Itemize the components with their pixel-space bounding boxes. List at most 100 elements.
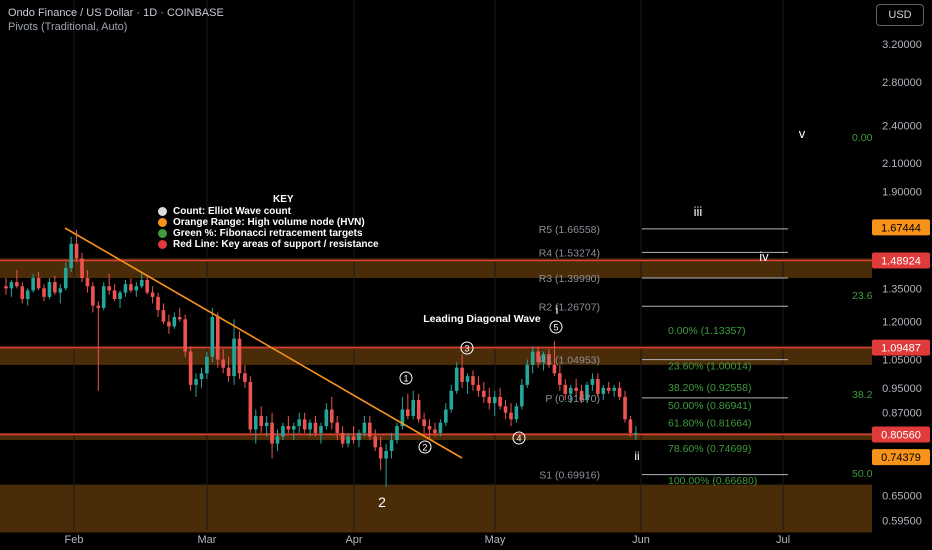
candle-body [373, 436, 378, 448]
price-badge-label: 1.09487 [881, 343, 921, 355]
hvn-zone [0, 484, 872, 533]
price-chart[interactable]: R5 (1.66558) R4 (1.53274) R3 (1.39990) R2 (… [0, 0, 932, 550]
candle-body [596, 379, 600, 394]
candle-body [226, 367, 231, 377]
price-tick: 1.90000 [882, 187, 922, 199]
price-badge-label: 0.74379 [881, 452, 921, 464]
candle-body [362, 422, 367, 433]
price-badge-label: 1.67444 [881, 222, 921, 234]
fib-label-right: 38.2 [852, 389, 873, 401]
candle-body [444, 409, 448, 423]
wave-label-3: 3 [464, 344, 469, 354]
candle-body [264, 422, 269, 427]
candle-body [503, 406, 508, 413]
candle-body [25, 290, 30, 300]
candle-body [574, 387, 578, 391]
candle-body [454, 367, 459, 391]
legend-dot [158, 240, 167, 249]
wave-label-5: 5 [553, 323, 558, 333]
pivot-label: P (0.91670) [545, 393, 600, 405]
candle-body [308, 422, 312, 430]
candle-body [91, 286, 95, 306]
candle-body [346, 436, 350, 444]
candle-body [20, 286, 25, 300]
legend-dot [158, 207, 167, 216]
wave-label-iii: iii [694, 204, 703, 219]
candle-body [482, 390, 486, 397]
candle-body [15, 282, 19, 287]
pivot-label: S1 (0.69916) [539, 470, 600, 482]
candle-body [123, 284, 128, 293]
candle-body [525, 364, 530, 385]
candle-body [286, 426, 291, 430]
candle-body [243, 373, 247, 382]
price-axis: 3.20000 2.80000 2.40000 2.10000 1.90000 1.350… [872, 39, 930, 527]
legend-item: Orange Range: High volume node (HVN) [158, 217, 379, 228]
candle-body [628, 419, 633, 433]
price-tick: 0.87000 [882, 408, 922, 420]
candle-body [509, 412, 513, 420]
price-tick: 1.05000 [882, 354, 922, 366]
candle-body [357, 432, 361, 441]
candle-body [210, 317, 215, 357]
candle-body [590, 379, 595, 385]
legend-item: Red Line: Key areas of support / resista… [158, 239, 379, 250]
candle-body [422, 419, 426, 427]
candle-body [4, 286, 8, 289]
candle-body [205, 356, 209, 374]
pivot-label: R2 (1.26707) [539, 301, 600, 313]
candle-body [248, 381, 253, 430]
candle-body [80, 258, 84, 279]
candle-body [259, 415, 264, 427]
candle-body [139, 280, 144, 287]
legend: KEY Count: Elliot Wave count Orange Rang… [158, 194, 379, 250]
candle-body [520, 384, 524, 407]
candle-body [36, 278, 41, 289]
candle-body [313, 422, 318, 433]
candle-body [199, 373, 204, 380]
price-tick: 0.65000 [882, 490, 922, 502]
candle-body [194, 379, 198, 385]
fib-label: 61.80% (0.81664) [668, 418, 751, 430]
legend-text: Red Line: Key areas of support / resista… [173, 239, 379, 250]
candle-body [281, 426, 285, 437]
candle-body [368, 422, 372, 437]
fib-label: 23.60% (1.00014) [668, 360, 751, 372]
candle-body [112, 290, 117, 300]
candle-body [69, 243, 73, 269]
candle-body [53, 282, 57, 293]
candle-body [156, 296, 160, 311]
fib-label-right: 0.00 [852, 132, 873, 144]
candle-body [558, 373, 562, 385]
candle-body [118, 292, 122, 300]
price-tick: 0.95000 [882, 383, 922, 395]
candle-body [134, 286, 139, 291]
candle-body [340, 432, 345, 444]
price-tick: 1.20000 [882, 317, 922, 329]
candle-body [623, 396, 627, 420]
time-tick: Jul [776, 534, 790, 546]
wave-label-ii: ii [634, 449, 639, 463]
candle-body [145, 280, 149, 293]
candle-body [221, 359, 225, 368]
pivot-label: R1 (1.04953) [539, 355, 600, 367]
candle-body [85, 278, 90, 287]
candle-body [167, 321, 171, 327]
price-tick: 1.35000 [882, 283, 922, 295]
candle-body [101, 286, 106, 308]
candle-body [427, 426, 432, 430]
candle-body [183, 319, 187, 352]
candle-body [351, 436, 356, 441]
candle-body [31, 278, 35, 291]
candle-body [476, 384, 481, 391]
candle-body [172, 317, 177, 327]
currency-button[interactable]: USD [876, 4, 924, 26]
price-badge-label: 1.48924 [881, 256, 921, 268]
hvn-zone [0, 258, 872, 279]
candle-body [389, 440, 394, 451]
candle-body [319, 426, 323, 433]
candle-body [449, 390, 454, 410]
candle-body [63, 268, 68, 289]
legend-dot [158, 218, 167, 227]
candle-body [96, 305, 101, 308]
